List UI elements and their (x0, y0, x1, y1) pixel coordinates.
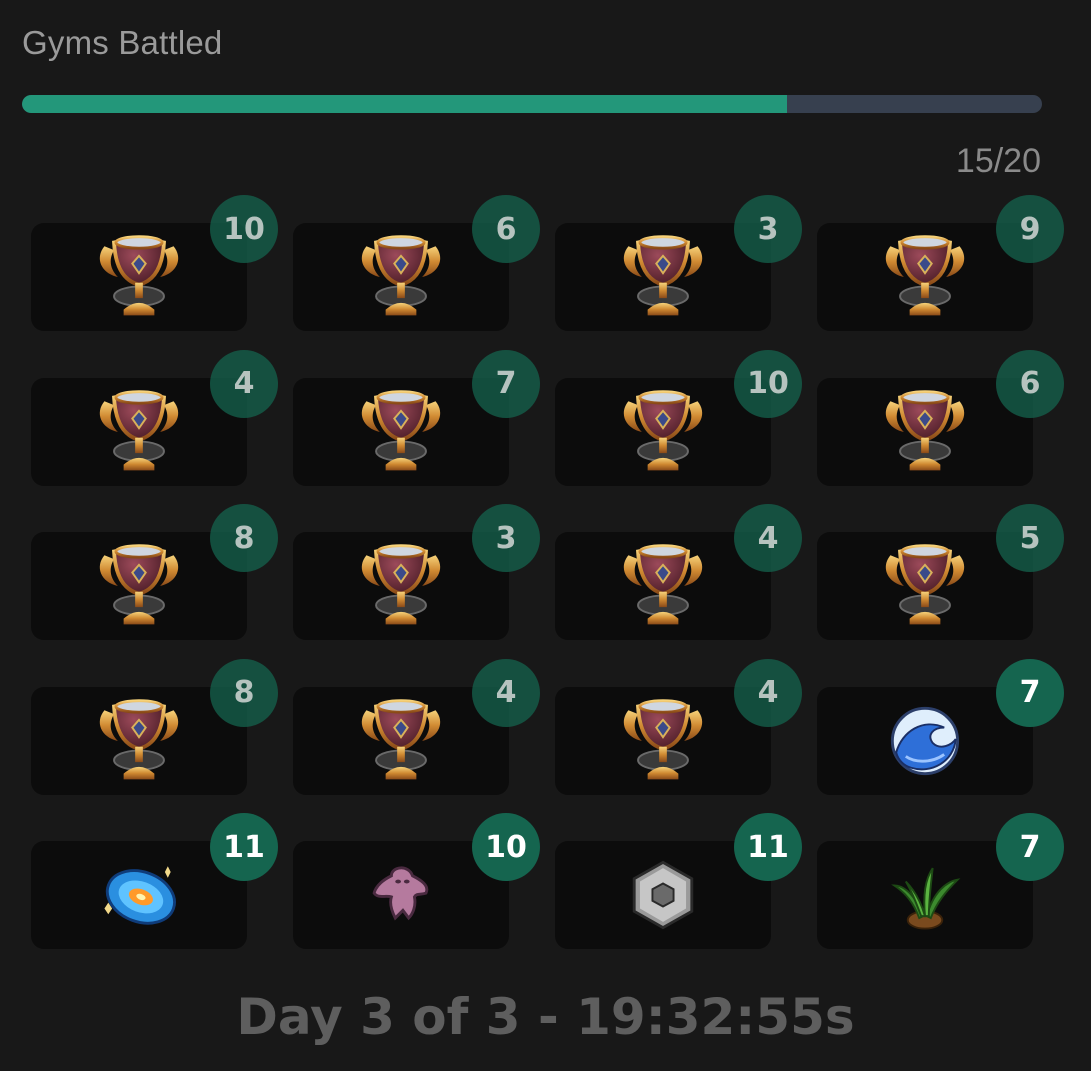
trophy-icon (877, 538, 973, 634)
gyms-progress-fill (22, 95, 787, 113)
gyms-progress-count: 15/20 (955, 142, 1041, 180)
gym-battle-count-badge: 7 (996, 658, 1064, 727)
gym-battle-count-badge: 11 (210, 813, 278, 881)
trophy-icon (91, 229, 187, 325)
trophy-icon (91, 538, 187, 634)
gym-tile[interactable]: 3 (293, 504, 540, 640)
psychic-vortex-icon (91, 847, 187, 943)
gym-battle-count-badge: 6 (472, 195, 540, 263)
gym-tile[interactable]: 4 (31, 349, 278, 486)
gym-battle-count-badge: 10 (472, 813, 540, 881)
gym-tile[interactable]: 8 (31, 658, 278, 795)
gym-tile[interactable]: 6 (817, 349, 1064, 486)
gym-tile[interactable]: 10 (293, 813, 540, 949)
trophy-icon (353, 229, 449, 325)
trophy-icon (91, 693, 187, 789)
gym-battle-count-badge: 3 (734, 195, 802, 263)
gym-tile[interactable]: 7 (293, 349, 540, 486)
gym-battle-count-badge: 8 (210, 658, 278, 727)
trophy-icon (615, 538, 711, 634)
grass-sprout-icon (877, 847, 973, 943)
trophy-icon (877, 384, 973, 480)
gym-battle-count-badge: 7 (472, 349, 540, 418)
day-timer: Day 3 of 3 - 19:32:55s (236, 988, 855, 1046)
trophy-icon (353, 693, 449, 789)
gym-tile[interactable]: 9 (817, 195, 1064, 331)
gym-battle-count-badge: 4 (734, 658, 802, 727)
trophy-icon (91, 384, 187, 480)
gyms-progress-bar (22, 95, 1042, 113)
gym-battle-count-badge: 3 (472, 504, 540, 572)
water-wave-icon (877, 693, 973, 789)
trophy-icon (877, 229, 973, 325)
gym-tile[interactable]: 10 (555, 349, 802, 486)
gym-battle-count-badge: 9 (996, 195, 1064, 263)
trophy-icon (615, 384, 711, 480)
gym-battle-count-badge: 11 (734, 813, 802, 881)
gym-battle-count-badge: 4 (210, 349, 278, 418)
gym-tile[interactable]: 4 (293, 658, 540, 795)
gym-battle-count-badge: 6 (996, 349, 1064, 418)
trophy-icon (353, 538, 449, 634)
trophy-icon (353, 384, 449, 480)
gym-battle-count-badge: 10 (734, 349, 802, 418)
gym-battle-count-badge: 4 (472, 658, 540, 727)
steel-hexnut-icon (615, 847, 711, 943)
gym-tile[interactable]: 7 (817, 813, 1064, 949)
gym-grid: 10 6 3 9 4 7 10 6 8 3 4 5 8 4 4 7 11 10 … (31, 195, 1064, 949)
gym-tile[interactable]: 8 (31, 504, 278, 640)
gym-battle-count-badge: 10 (210, 195, 278, 263)
gym-tile[interactable]: 5 (817, 504, 1064, 640)
gym-tile[interactable]: 6 (293, 195, 540, 331)
gym-tile[interactable]: 7 (817, 658, 1064, 795)
gym-battle-count-badge: 7 (996, 813, 1064, 881)
gym-tile[interactable]: 10 (31, 195, 278, 331)
ghost-icon (353, 847, 449, 943)
gym-tile[interactable]: 11 (555, 813, 802, 949)
gym-battle-count-badge: 4 (734, 504, 802, 572)
trophy-icon (615, 229, 711, 325)
gym-tile[interactable]: 11 (31, 813, 278, 949)
gyms-battled-title: Gyms Battled (22, 24, 223, 61)
gym-battle-count-badge: 5 (996, 504, 1064, 572)
gym-tile[interactable]: 3 (555, 195, 802, 331)
gym-battle-count-badge: 8 (210, 504, 278, 572)
trophy-icon (615, 693, 711, 789)
gym-tile[interactable]: 4 (555, 504, 802, 640)
gym-tile[interactable]: 4 (555, 658, 802, 795)
